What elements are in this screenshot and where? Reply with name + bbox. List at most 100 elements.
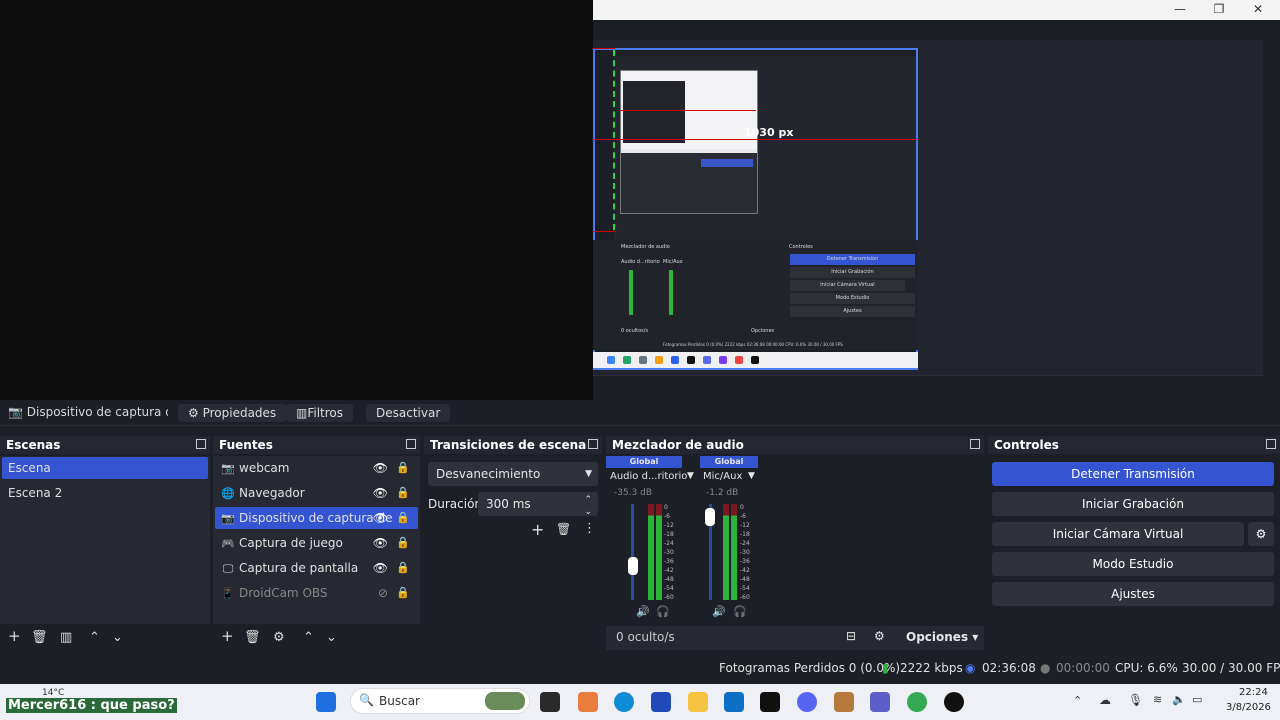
float-icon[interactable] [406,439,416,449]
minimize-button[interactable]: — [1165,2,1195,18]
gear-icon[interactable]: ⚙ [273,630,285,645]
teams-icon[interactable] [870,692,890,712]
red-guide-line [593,231,615,232]
wifi-icon[interactable]: ≋ [1153,693,1162,706]
folder-icon[interactable] [688,692,708,712]
status-bar: Fotogramas Perdidos 0 (0.0%) ▮ 2222 kbps… [0,656,1280,680]
properties-button[interactable]: ⚙ Propiedades [178,404,287,422]
source-item[interactable]: 🌐 Navegador 👁 🔒 [215,482,418,504]
camera-icon: 📷 [8,405,27,419]
db-scale-tick: -18 [664,531,674,538]
source-item[interactable]: 📷 Dispositivo de captura de 👁 🔒 [215,507,418,529]
trash-icon[interactable]: 🗑 [556,522,571,536]
start-virtual-camera-button[interactable]: Iniciar Cámara Virtual [992,522,1244,546]
microphone-icon[interactable]: 🎙 [1128,693,1143,707]
studio-mode-button[interactable]: Modo Estudio [992,552,1274,576]
lock-icon[interactable]: 🔒 [396,482,410,504]
virtual-camera-settings-button[interactable]: ⚙ [1248,522,1274,546]
source-item[interactable]: 🎮 Captura de juego 👁 🔒 [215,532,418,554]
transition-select[interactable]: Desvanecimiento ▼ [428,462,598,486]
lock-icon[interactable]: 🔒 [396,557,410,579]
chevron-up-icon[interactable]: ⌃ [1073,694,1082,707]
add-icon[interactable]: + [8,627,21,645]
eye-icon[interactable]: 👁 [373,457,388,479]
settings-button[interactable]: Ajustes [992,582,1274,606]
discord-icon[interactable] [797,692,817,712]
nested-docks: Mezclador de audio Controles Audio d...r… [593,240,918,340]
deactivate-button[interactable]: Desactivar [366,404,451,422]
copilot-icon[interactable] [578,692,598,712]
windows-taskbar: 14°C Mercer616 : que paso? 🔍 Buscar ⌃ ☁ … [0,684,1280,720]
float-icon[interactable] [196,439,206,449]
task-view-icon[interactable] [540,692,560,712]
speaker-icon[interactable]: 🔊 [712,605,726,618]
game-icon[interactable] [834,692,854,712]
lock-icon[interactable]: 🔒 [396,582,410,604]
clock-time[interactable]: 22:24 [1239,687,1268,698]
volume-slider-handle[interactable] [705,508,715,526]
filter-icon[interactable]: ▥ [60,630,72,645]
scene-item[interactable]: Escena [2,457,208,479]
db-scale-tick: -12 [664,522,674,529]
chevron-down-icon[interactable]: ▼ [687,471,694,481]
duration-spinbox[interactable]: 300 ms ⌃ ⌄ [478,492,598,517]
volume-slider-handle[interactable] [628,557,638,575]
float-icon[interactable] [970,439,980,449]
source-item[interactable]: 📱 DroidCam OBS ⊘ 🔒 [215,582,418,604]
source-item[interactable]: 📷 webcam 👁 🔒 [215,457,418,479]
trash-icon[interactable]: 🗑 [31,630,48,645]
preview-scrollbar[interactable] [1263,40,1280,380]
headphone-icon[interactable]: 🎧 [656,605,670,618]
gear-icon[interactable]: ⚙ [874,629,885,643]
eye-icon[interactable]: 👁 [373,557,388,579]
stop-streaming-button[interactable]: Detener Transmisión [992,462,1274,486]
chevron-down-icon[interactable]: ⌄ [326,630,337,645]
tray-icon[interactable]: ☁ [1099,693,1111,707]
layout-icon[interactable]: ⊟ [846,629,856,643]
more-icon[interactable]: ⋮ [583,521,596,536]
dropped-frames: Fotogramas Perdidos 0 (0.0%) [719,661,901,675]
green-guide-line [613,50,615,230]
float-icon[interactable] [588,439,598,449]
weather-temp[interactable]: 14°C [42,688,64,698]
obs-icon[interactable] [944,692,964,712]
volume-slider-track[interactable] [631,504,634,600]
chevron-up-icon[interactable]: ⌃ [89,630,100,645]
scene-item[interactable]: Escena 2 [2,482,208,504]
taskbar-search[interactable]: 🔍 Buscar [350,688,530,714]
trash-icon[interactable]: 🗑 [244,630,261,645]
eye-icon[interactable]: 👁 [373,507,388,529]
restore-button[interactable]: ❐ [1204,2,1234,18]
store-icon[interactable] [651,692,671,712]
options-button[interactable]: Opciones ▾ [906,630,978,644]
headphone-icon[interactable]: 🎧 [733,605,747,618]
add-transition-icon[interactable]: + [531,520,544,539]
close-button[interactable]: ✕ [1243,2,1273,18]
eye-off-icon[interactable]: ⊘ [378,582,388,604]
chrome-icon[interactable] [907,692,927,712]
windows-start-icon[interactable] [316,692,336,712]
filters-button[interactable]: ▥Filtros [286,404,354,422]
lock-icon[interactable]: 🔒 [396,507,410,529]
volume-icon[interactable]: 🔈 [1172,693,1186,706]
chevron-down-icon[interactable]: ⌄ [112,630,123,645]
start-recording-button[interactable]: Iniciar Grabación [992,492,1274,516]
clock-date[interactable]: 3/8/2026 [1226,702,1271,713]
edge-icon[interactable] [614,692,634,712]
sources-dock: Fuentes 📷 webcam 👁 🔒 🌐 Navegador 👁 🔒 📷 Disposit… [213,436,420,652]
outlook-icon[interactable] [724,692,744,712]
lock-icon[interactable]: 🔒 [396,532,410,554]
filter-icon: ▥ [296,406,308,420]
live-icon[interactable] [760,692,780,712]
eye-icon[interactable]: 👁 [373,532,388,554]
source-item[interactable]: 🖵 Captura de pantalla 👁 🔒 [215,557,418,579]
lock-icon[interactable]: 🔒 [396,457,410,479]
add-icon[interactable]: + [221,627,234,645]
eye-icon[interactable]: 👁 [373,482,388,504]
audio-meter [723,504,729,600]
float-icon[interactable] [1266,439,1276,449]
chevron-up-icon[interactable]: ⌃ [303,630,314,645]
chevron-down-icon[interactable]: ▼ [748,471,755,481]
battery-icon[interactable]: ▭ [1192,693,1202,706]
speaker-icon[interactable]: 🔊 [636,605,650,618]
